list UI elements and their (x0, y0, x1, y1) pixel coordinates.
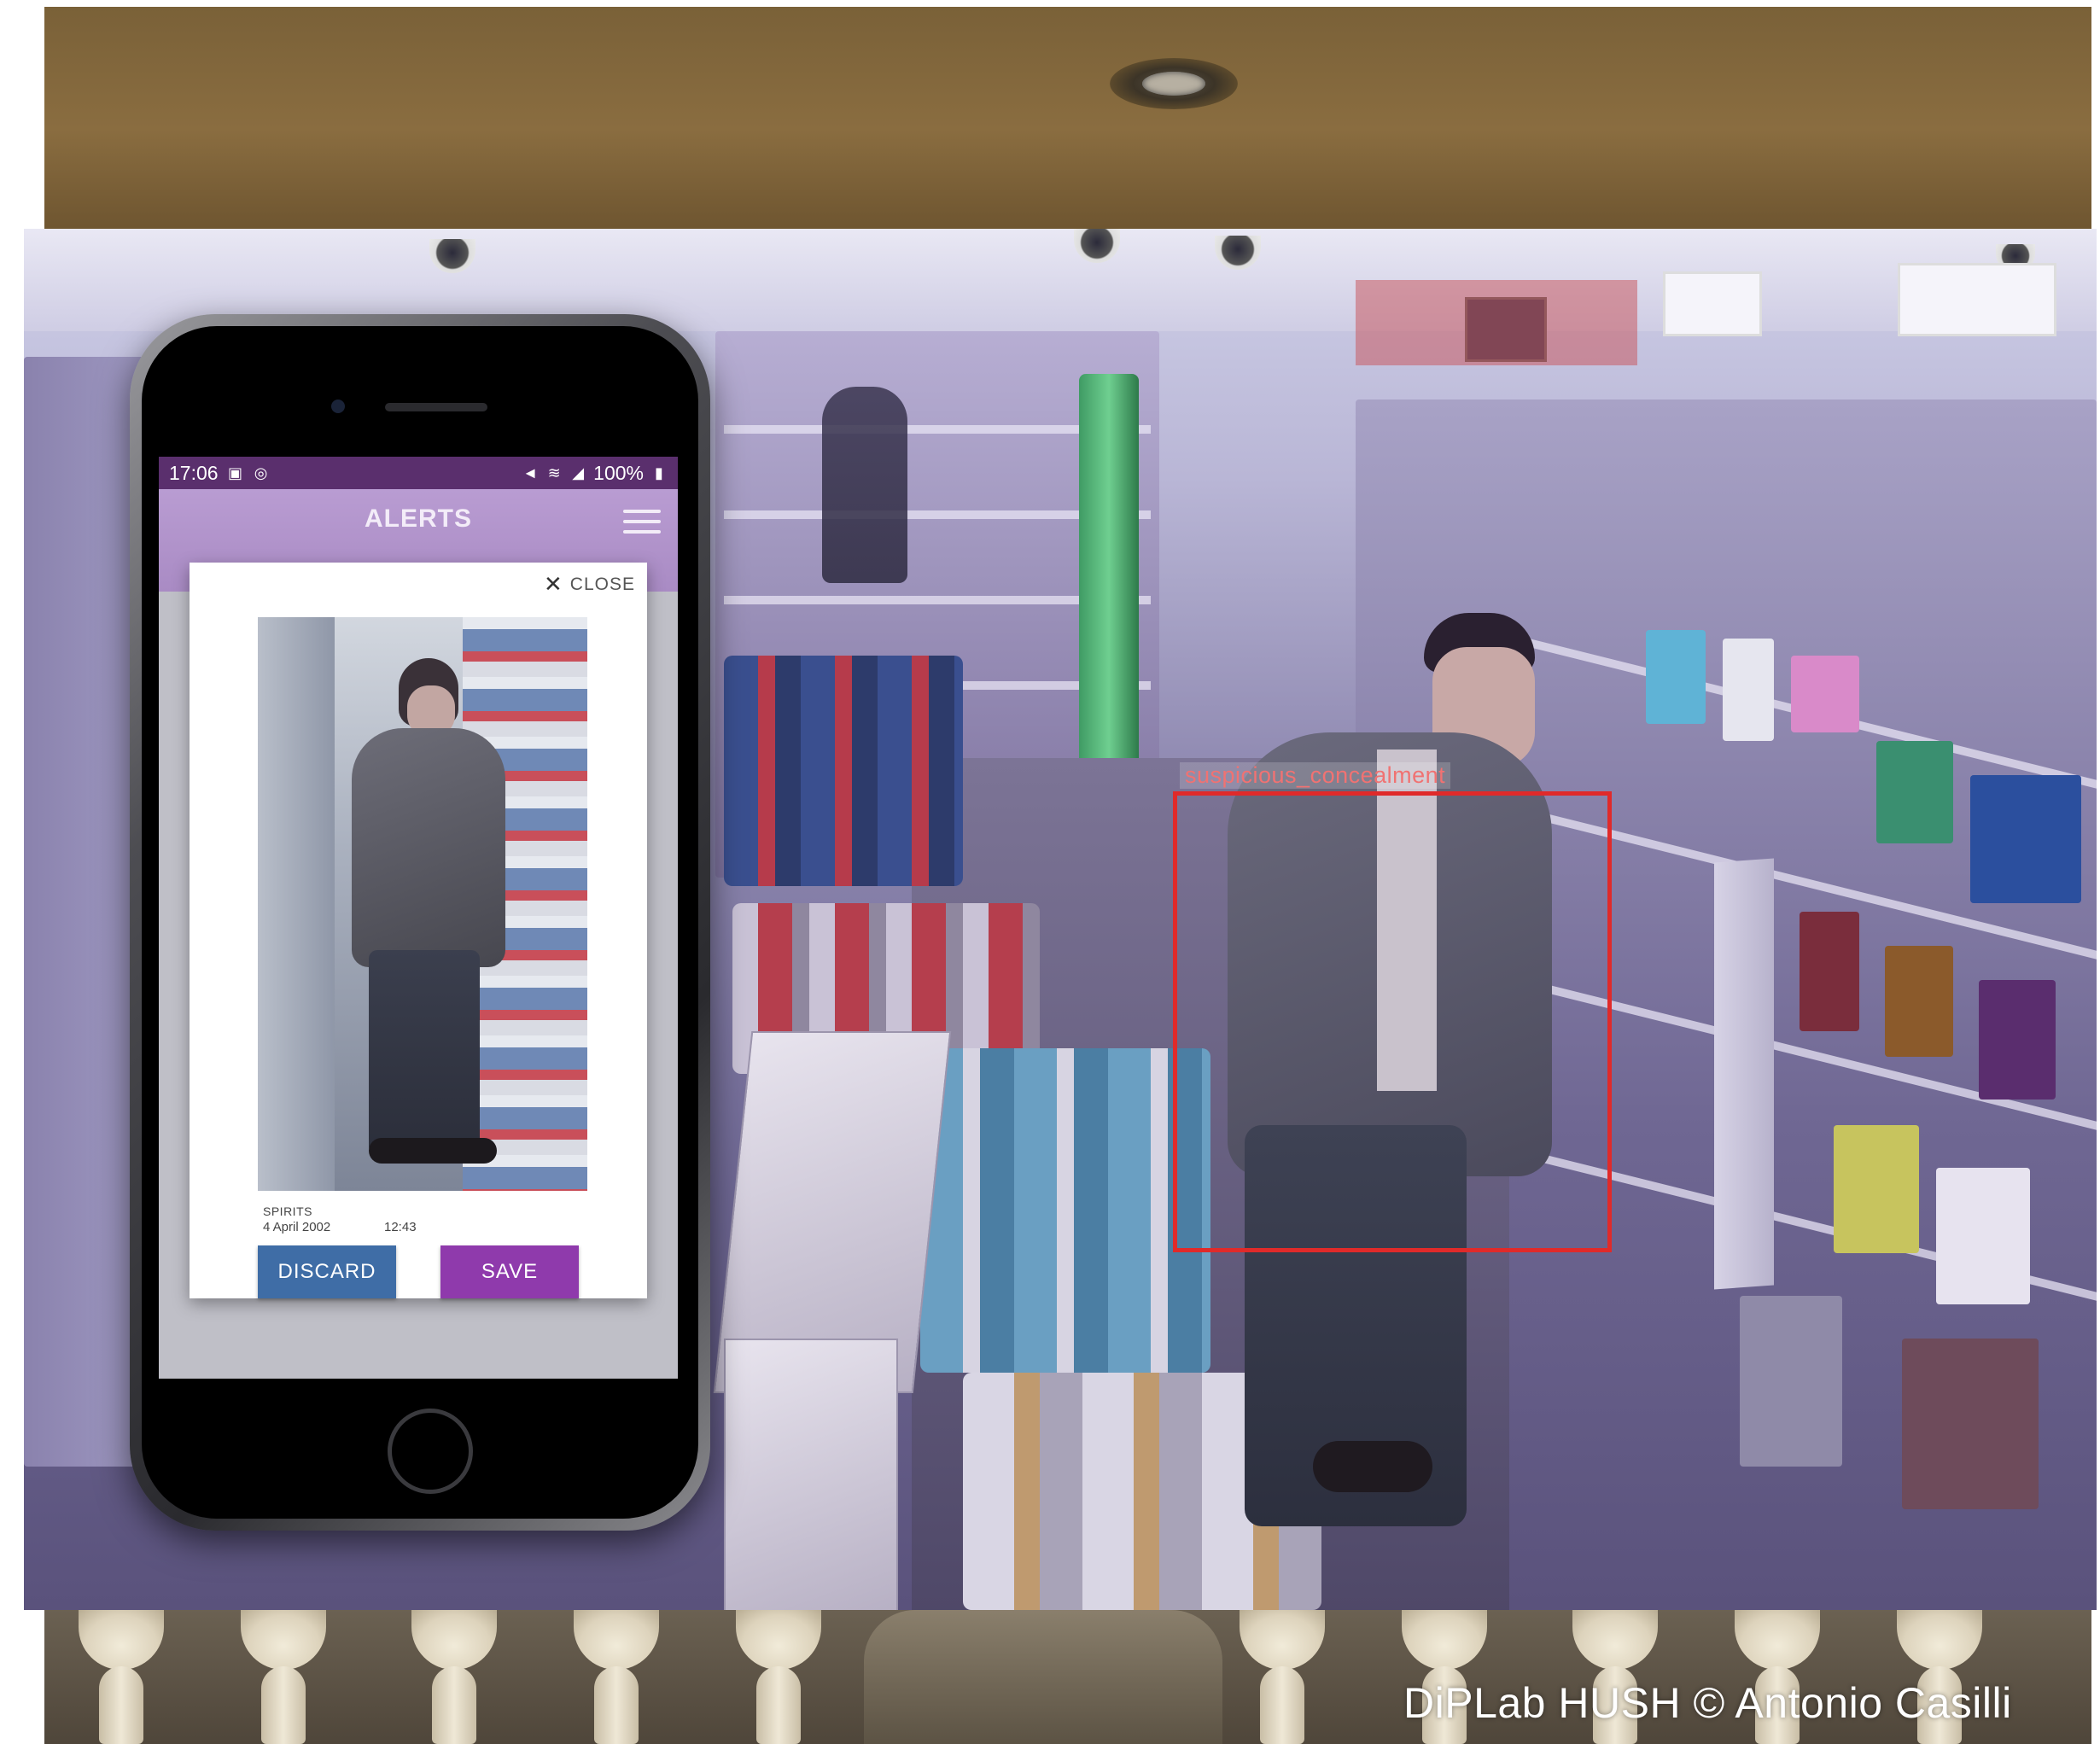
product (1876, 741, 1953, 843)
battery-percent: 100% (593, 461, 644, 484)
product (1791, 656, 1859, 732)
product (1936, 1168, 2030, 1304)
front-camera-icon (331, 400, 345, 413)
image-icon: ▣ (228, 464, 243, 481)
alert-date: 4 April 2002 (263, 1220, 331, 1234)
close-label: CLOSE (569, 574, 635, 594)
seated-person (864, 1610, 1222, 1744)
app-title: ALERTS (365, 505, 472, 533)
snapshot-person-body (352, 728, 505, 967)
product (1740, 1296, 1842, 1467)
snapshot-person-legs (369, 950, 480, 1155)
close-button[interactable]: ✕ CLOSE (544, 571, 635, 598)
baluster (565, 1610, 668, 1744)
alert-category: SPIRITS (263, 1204, 312, 1218)
detection-bounding-box (1173, 791, 1612, 1252)
alert-dialog: ✕ CLOSE SPIRITS 4 April 2002 12:43 DISCA… (190, 563, 647, 1298)
product-stack (920, 1048, 1210, 1373)
alert-snapshot-image (258, 617, 587, 1191)
green-display-stand (1079, 374, 1139, 818)
hamburger-menu-icon[interactable] (623, 510, 661, 535)
signal-icon: ◢ (572, 464, 585, 481)
ceiling-background (44, 7, 2091, 230)
baluster (727, 1610, 830, 1744)
product (1723, 639, 1774, 741)
detection-label: suspicious_concealment (1180, 762, 1451, 789)
status-bar: 17:06 ▣ ◎ ◄ ≋ ◢ 100% ▮ (159, 457, 678, 489)
baluster (70, 1610, 172, 1744)
wall-sign (1663, 271, 1762, 336)
close-icon: ✕ (544, 571, 563, 597)
aisle-sign-household (1714, 858, 1774, 1290)
home-button[interactable] (388, 1409, 473, 1494)
ceiling-light (1110, 58, 1238, 109)
baluster (403, 1610, 505, 1744)
background-shopper (822, 387, 907, 583)
photo-credit: DiPLab HUSH © Antonio Casilli (1403, 1679, 2012, 1727)
product (1800, 912, 1859, 1031)
alert-time: 12:43 (384, 1220, 417, 1234)
snapshot-shelf-left (258, 617, 335, 1191)
product-stack (724, 656, 963, 886)
wall-sign (1898, 263, 2056, 336)
product (1885, 946, 1953, 1057)
product (1970, 775, 2081, 903)
snapshot-person-shoes (369, 1138, 497, 1164)
status-time: 17:06 (169, 461, 219, 484)
baluster (232, 1610, 335, 1744)
product (1979, 980, 2056, 1099)
product (1902, 1339, 2039, 1509)
mute-icon: ◄ (522, 464, 539, 481)
wifi-icon: ≋ (547, 464, 561, 481)
suspect-shoes (1313, 1441, 1432, 1492)
discard-button[interactable]: DISCARD (258, 1245, 396, 1298)
earpiece-speaker (385, 403, 487, 411)
product (1646, 630, 1706, 724)
phone-screen: 17:06 ▣ ◎ ◄ ≋ ◢ 100% ▮ ALERTS ✕ CLOSE SP… (159, 457, 678, 1379)
baluster (1231, 1610, 1333, 1744)
sync-icon: ◎ (254, 464, 268, 481)
battery-icon: ▮ (655, 464, 663, 481)
product (1834, 1125, 1919, 1253)
cardboard-box (724, 1339, 898, 1610)
back-counter (1356, 280, 1637, 365)
save-button[interactable]: SAVE (440, 1245, 579, 1298)
